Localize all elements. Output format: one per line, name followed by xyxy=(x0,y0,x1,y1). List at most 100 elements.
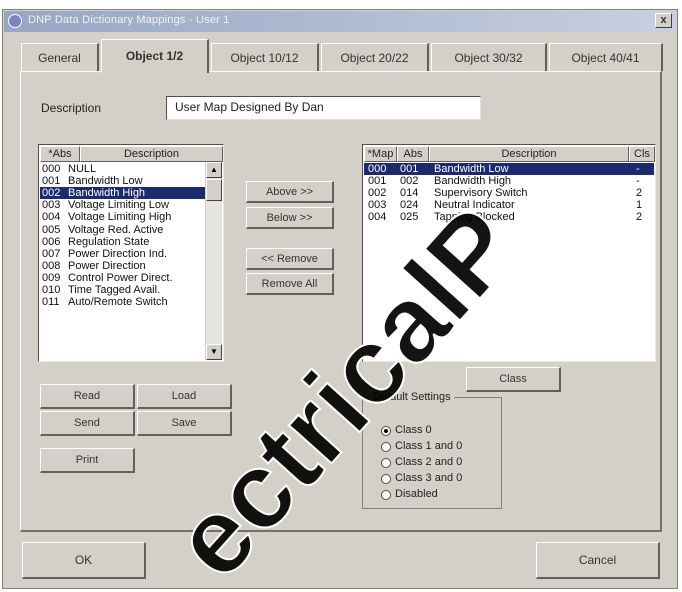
tab-object-10-12[interactable]: Object 10/12 xyxy=(211,43,319,71)
description-input[interactable]: User Map Designed By Dan xyxy=(166,96,481,120)
source-list-scrollbar[interactable]: ▲ ▼ xyxy=(205,162,222,360)
table-row[interactable]: 002 014 Supervisory Switch 2 xyxy=(364,187,654,199)
table-row[interactable]: 000 001 Bandwidth Low - xyxy=(364,163,654,175)
tab-object-1-2[interactable]: Object 1/2 xyxy=(101,39,209,73)
description-cell: NULL xyxy=(68,163,97,175)
ok-button[interactable]: OK xyxy=(22,542,146,579)
remove-button[interactable]: << Remove xyxy=(246,248,334,270)
list-item[interactable]: 006 Regulation State xyxy=(40,236,205,248)
list-item[interactable]: 000 NULL xyxy=(40,163,205,175)
radio-label-class-2-and-0: Class 2 and 0 xyxy=(395,456,463,468)
scroll-up-icon[interactable]: ▲ xyxy=(206,162,222,178)
list-item[interactable]: 003 Voltage Limiting Low xyxy=(40,199,205,211)
desc-cell: Bandwidth High xyxy=(434,175,512,188)
map-rows: 000 001 Bandwidth Low -001 002 Bandwidth High… xyxy=(364,162,654,360)
list-item[interactable]: 010 Time Tagged Avail. xyxy=(40,284,205,296)
list-item[interactable]: 009 Control Power Direct. xyxy=(40,272,205,284)
description-cell: Auto/Remote Switch xyxy=(68,296,168,309)
radio-class-0[interactable] xyxy=(381,426,391,436)
column-header-map[interactable]: *Map xyxy=(364,146,397,162)
tab-object-30-32[interactable]: Object 30/32 xyxy=(431,43,547,71)
description-cell: Power Direction Ind. xyxy=(68,247,168,260)
list-item[interactable]: 001 Bandwidth Low xyxy=(40,175,205,187)
radio-label-class-0: Class 0 xyxy=(395,424,432,436)
print-button[interactable]: Print xyxy=(40,448,135,473)
abs-cell: 006 xyxy=(42,235,61,248)
description-cell: Bandwidth Low xyxy=(68,175,143,188)
default-settings-title: Default Settings xyxy=(370,391,454,403)
radio-disabled[interactable] xyxy=(381,490,391,500)
remove-all-button[interactable]: Remove All xyxy=(246,273,334,295)
tab-object-40-41[interactable]: Object 40/41 xyxy=(549,43,663,71)
table-row[interactable]: 001 002 Bandwidth High - xyxy=(364,175,654,187)
list-item[interactable]: 005 Voltage Red. Active xyxy=(40,224,205,236)
description-cell: Voltage Red. Active xyxy=(68,223,164,236)
column-header-abs[interactable]: Abs xyxy=(397,146,429,162)
list-item[interactable]: 007 Power Direction Ind. xyxy=(40,248,205,260)
list-item[interactable]: 008 Power Direction xyxy=(40,260,205,272)
desc-cell: Supervisory Switch xyxy=(434,187,528,200)
abs-cell: 025 xyxy=(400,211,419,224)
above-button[interactable]: Above >> xyxy=(246,181,334,203)
cls-cell: 1 xyxy=(636,199,643,212)
window-title: DNP Data Dictionary Mappings - User 1 xyxy=(28,14,230,26)
column-header-abs[interactable]: *Abs xyxy=(40,146,80,162)
column-header-description[interactable]: Description xyxy=(80,146,223,162)
map-cell: 000 xyxy=(368,163,387,175)
scroll-down-icon[interactable]: ▼ xyxy=(206,344,222,360)
abs-cell: 007 xyxy=(42,247,61,260)
abs-cell: 001 xyxy=(42,175,61,188)
abs-cell: 000 xyxy=(42,163,61,175)
description-label: Description xyxy=(41,101,102,115)
tab-object-20-22[interactable]: Object 20/22 xyxy=(321,43,429,71)
description-cell: Time Tagged Avail. xyxy=(68,284,161,296)
description-cell: Control Power Direct. xyxy=(68,271,173,284)
radio-class-1-and-0[interactable] xyxy=(381,442,391,452)
app-icon xyxy=(8,14,22,28)
abs-cell: 014 xyxy=(400,187,419,200)
description-cell: Voltage Limiting High xyxy=(68,211,172,224)
scroll-thumb[interactable] xyxy=(206,179,222,201)
map-cell: 001 xyxy=(368,175,387,188)
description-cell: Regulation State xyxy=(68,235,150,248)
desc-cell: Bandwidth Low xyxy=(434,163,509,175)
radio-label-class-3-and-0: Class 3 and 0 xyxy=(395,472,463,484)
list-item[interactable]: 011 Auto/Remote Switch xyxy=(40,296,205,308)
column-header-description[interactable]: Description xyxy=(429,146,629,162)
radio-class-2-and-0[interactable] xyxy=(381,458,391,468)
load-button[interactable]: Load xyxy=(137,384,232,409)
below-button[interactable]: Below >> xyxy=(246,207,334,229)
table-row[interactable]: 003 024 Neutral Indicator 1 xyxy=(364,199,654,211)
abs-cell: 011 xyxy=(42,296,60,309)
radio-label-class-1-and-0: Class 1 and 0 xyxy=(395,440,463,452)
abs-cell: 008 xyxy=(42,259,61,272)
desc-cell: Tapping Blocked xyxy=(434,211,515,224)
abs-cell: 009 xyxy=(42,271,61,284)
column-header-class[interactable]: Cls xyxy=(629,146,655,162)
abs-cell: 005 xyxy=(42,223,61,236)
abs-cell: 024 xyxy=(400,199,419,212)
description-cell: Voltage Limiting Low xyxy=(68,199,169,212)
cls-cell: 2 xyxy=(636,211,643,224)
close-button[interactable]: x xyxy=(655,13,672,28)
cls-cell: - xyxy=(636,163,640,175)
cls-cell: - xyxy=(636,175,640,188)
list-item[interactable]: 002 Bandwidth High xyxy=(40,187,205,200)
abs-cell: 002 xyxy=(400,175,419,188)
map-cell: 003 xyxy=(368,199,387,212)
description-cell: Bandwidth High xyxy=(68,187,146,200)
map-cell: 002 xyxy=(368,187,387,200)
list-item[interactable]: 004 Voltage Limiting High xyxy=(40,211,205,223)
abs-cell: 002 xyxy=(42,187,61,200)
save-button[interactable]: Save xyxy=(137,411,232,436)
read-button[interactable]: Read xyxy=(40,384,135,409)
tab-general[interactable]: General xyxy=(21,43,99,71)
abs-cell: 001 xyxy=(400,163,419,175)
table-row[interactable]: 004 025 Tapping Blocked 2 xyxy=(364,211,654,223)
map-cell: 004 xyxy=(368,211,387,224)
class-button[interactable]: Class xyxy=(466,367,561,392)
source-rows: 000 NULL 001 Bandwidth Low 002 Bandwidth High… xyxy=(40,162,205,360)
radio-class-3-and-0[interactable] xyxy=(381,474,391,484)
cancel-button[interactable]: Cancel xyxy=(536,542,660,579)
send-button[interactable]: Send xyxy=(40,411,135,436)
